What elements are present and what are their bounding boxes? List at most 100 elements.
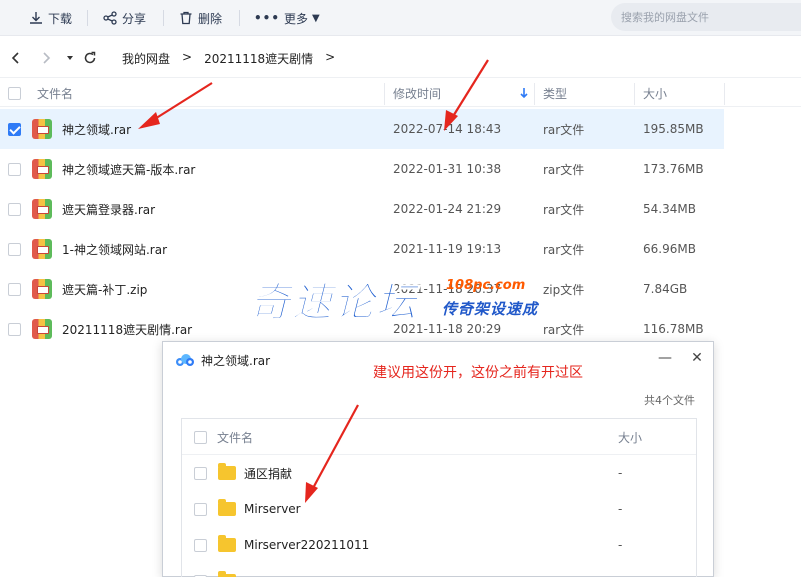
- file-name[interactable]: 遮天篇-补丁.zip: [62, 269, 147, 309]
- select-all-checkbox[interactable]: [194, 430, 207, 444]
- archive-folder-row[interactable]: Mirserver -: [182, 491, 696, 527]
- archive-file-icon: [32, 119, 52, 139]
- file-modified: 2022-01-24 21:29: [393, 202, 502, 216]
- archive-file-icon: [32, 279, 52, 299]
- column-name-header[interactable]: 文件名: [37, 79, 73, 107]
- archive-folder-row[interactable]: 通区捐献 -: [182, 455, 696, 491]
- column-modified-header[interactable]: 修改时间: [393, 79, 441, 107]
- close-icon[interactable]: ✕: [689, 350, 705, 366]
- folder-size: -: [618, 538, 623, 552]
- search-placeholder: 搜索我的网盘文件: [621, 11, 709, 24]
- refresh-icon[interactable]: [82, 50, 98, 66]
- row-checkbox[interactable]: [8, 202, 21, 216]
- back-arrow-icon[interactable]: [8, 50, 24, 66]
- file-row[interactable]: 神之领域遮天篇-版本.rar 2022-01-31 10:38 rar文件 173.7…: [0, 149, 724, 189]
- forward-arrow-icon[interactable]: [38, 50, 54, 66]
- toolbar-divider: [87, 10, 88, 26]
- file-modified: 2021-11-19 19:13: [393, 242, 502, 256]
- folder-name[interactable]: 通区捐献: [244, 455, 292, 491]
- file-size: 7.84GB: [643, 282, 688, 296]
- toolbar-divider: [163, 10, 164, 26]
- breadcrumb-separator: >: [182, 50, 193, 64]
- column-name-header[interactable]: 文件名: [217, 419, 253, 455]
- more-dots-icon: •••: [254, 11, 281, 25]
- more-button[interactable]: ••• 更多 ▼: [254, 8, 320, 28]
- file-name[interactable]: 遮天篇登录器.rar: [62, 189, 155, 229]
- column-divider: [534, 83, 535, 105]
- column-divider: [384, 83, 385, 105]
- share-label: 分享: [122, 11, 147, 26]
- folder-size: -: [618, 502, 623, 516]
- share-button[interactable]: 分享: [102, 8, 146, 28]
- column-size-header[interactable]: 大小: [618, 419, 642, 455]
- file-row[interactable]: 遮天篇登录器.rar 2022-01-24 21:29 rar文件 54.34MB: [0, 189, 724, 229]
- download-label: 下载: [48, 11, 73, 26]
- download-button[interactable]: 下载: [28, 8, 72, 28]
- file-name[interactable]: 神之领域.rar: [62, 109, 131, 149]
- archive-preview-dialog: 神之领域.rar — ✕ 建议用这份开，这份之前有开过区 共4个文件 文件名 大…: [162, 341, 714, 577]
- breadcrumb: 我的网盘 > 20211118遮天剧情 >: [122, 50, 335, 67]
- folder-icon: [218, 463, 236, 480]
- file-type: rar文件: [543, 202, 585, 217]
- delete-button[interactable]: 删除: [178, 8, 222, 28]
- file-row[interactable]: 神之领域.rar 2022-07-14 18:43 rar文件 195.85MB: [0, 109, 724, 149]
- column-size-header[interactable]: 大小: [643, 79, 667, 107]
- breadcrumb-root[interactable]: 我的网盘: [122, 50, 170, 67]
- folder-name[interactable]: Mirserver220211011: [244, 527, 369, 563]
- sort-down-arrow-icon[interactable]: [519, 87, 529, 99]
- watermark-tagline: 传奇架设速成: [442, 300, 539, 318]
- nav-bar: 我的网盘 > 20211118遮天剧情 >: [0, 38, 801, 78]
- share-icon: [103, 11, 117, 25]
- archive-folder-row[interactable]: Mirserver220211011 -: [182, 527, 696, 563]
- row-checkbox[interactable]: [8, 242, 21, 256]
- file-row[interactable]: 1-神之领域网站.rar 2021-11-19 19:13 rar文件 66.96MB: [0, 229, 724, 269]
- column-divider: [724, 83, 725, 105]
- row-checkbox[interactable]: [8, 282, 21, 296]
- row-checkbox[interactable]: [8, 162, 21, 176]
- archive-folder-row[interactable]: -: [182, 563, 696, 577]
- row-checkbox[interactable]: [194, 466, 207, 480]
- minimize-icon[interactable]: —: [657, 350, 673, 366]
- dialog-title: 神之领域.rar: [201, 354, 271, 368]
- folder-size: -: [618, 466, 623, 480]
- toolbar-divider: [239, 10, 240, 26]
- archive-file-icon: [32, 199, 52, 219]
- download-icon: [30, 12, 42, 24]
- file-modified: 2022-01-31 10:38: [393, 162, 502, 176]
- row-checkbox[interactable]: [194, 502, 207, 516]
- watermark: 奇速论坛 108pc.com 传奇架设速成: [250, 270, 550, 327]
- watermark-brand: 奇速论坛: [250, 280, 418, 327]
- folder-name[interactable]: Mirserver: [244, 491, 301, 527]
- file-name[interactable]: 1-神之领域网站.rar: [62, 229, 167, 269]
- column-type-header[interactable]: 类型: [543, 79, 567, 107]
- row-checkbox[interactable]: [194, 538, 207, 552]
- file-modified: 2022-07-14 18:43: [393, 122, 502, 136]
- file-type: rar文件: [543, 162, 585, 177]
- archive-table-header: 文件名 大小: [182, 419, 696, 455]
- search-input[interactable]: 搜索我的网盘文件: [611, 3, 801, 31]
- file-size: 173.76MB: [643, 162, 704, 176]
- cloud-logo-icon: [176, 354, 194, 366]
- breadcrumb-separator: >: [325, 50, 336, 64]
- delete-label: 删除: [198, 11, 223, 26]
- watermark-url: 108pc.com: [446, 278, 526, 293]
- select-all-checkbox[interactable]: [8, 86, 21, 100]
- trash-icon: [180, 11, 192, 25]
- more-label: 更多: [284, 11, 309, 26]
- file-type: rar文件: [543, 122, 585, 137]
- archive-file-icon: [32, 319, 52, 339]
- file-count: 共4个文件: [644, 394, 695, 407]
- row-checkbox[interactable]: [8, 322, 21, 336]
- folder-icon: [218, 535, 236, 552]
- column-divider: [634, 83, 635, 105]
- file-size: 195.85MB: [643, 122, 704, 136]
- archive-file-icon: [32, 239, 52, 259]
- history-dropdown-icon[interactable]: [62, 50, 78, 66]
- file-name[interactable]: 神之领域遮天篇-版本.rar: [62, 149, 195, 189]
- file-table-header: 文件名 修改时间 类型 大小: [0, 79, 801, 107]
- file-type: rar文件: [543, 242, 585, 257]
- folder-icon: [218, 499, 236, 516]
- breadcrumb-folder[interactable]: 20211118遮天剧情: [204, 50, 313, 67]
- row-checkbox[interactable]: [8, 122, 21, 136]
- file-size: 54.34MB: [643, 202, 696, 216]
